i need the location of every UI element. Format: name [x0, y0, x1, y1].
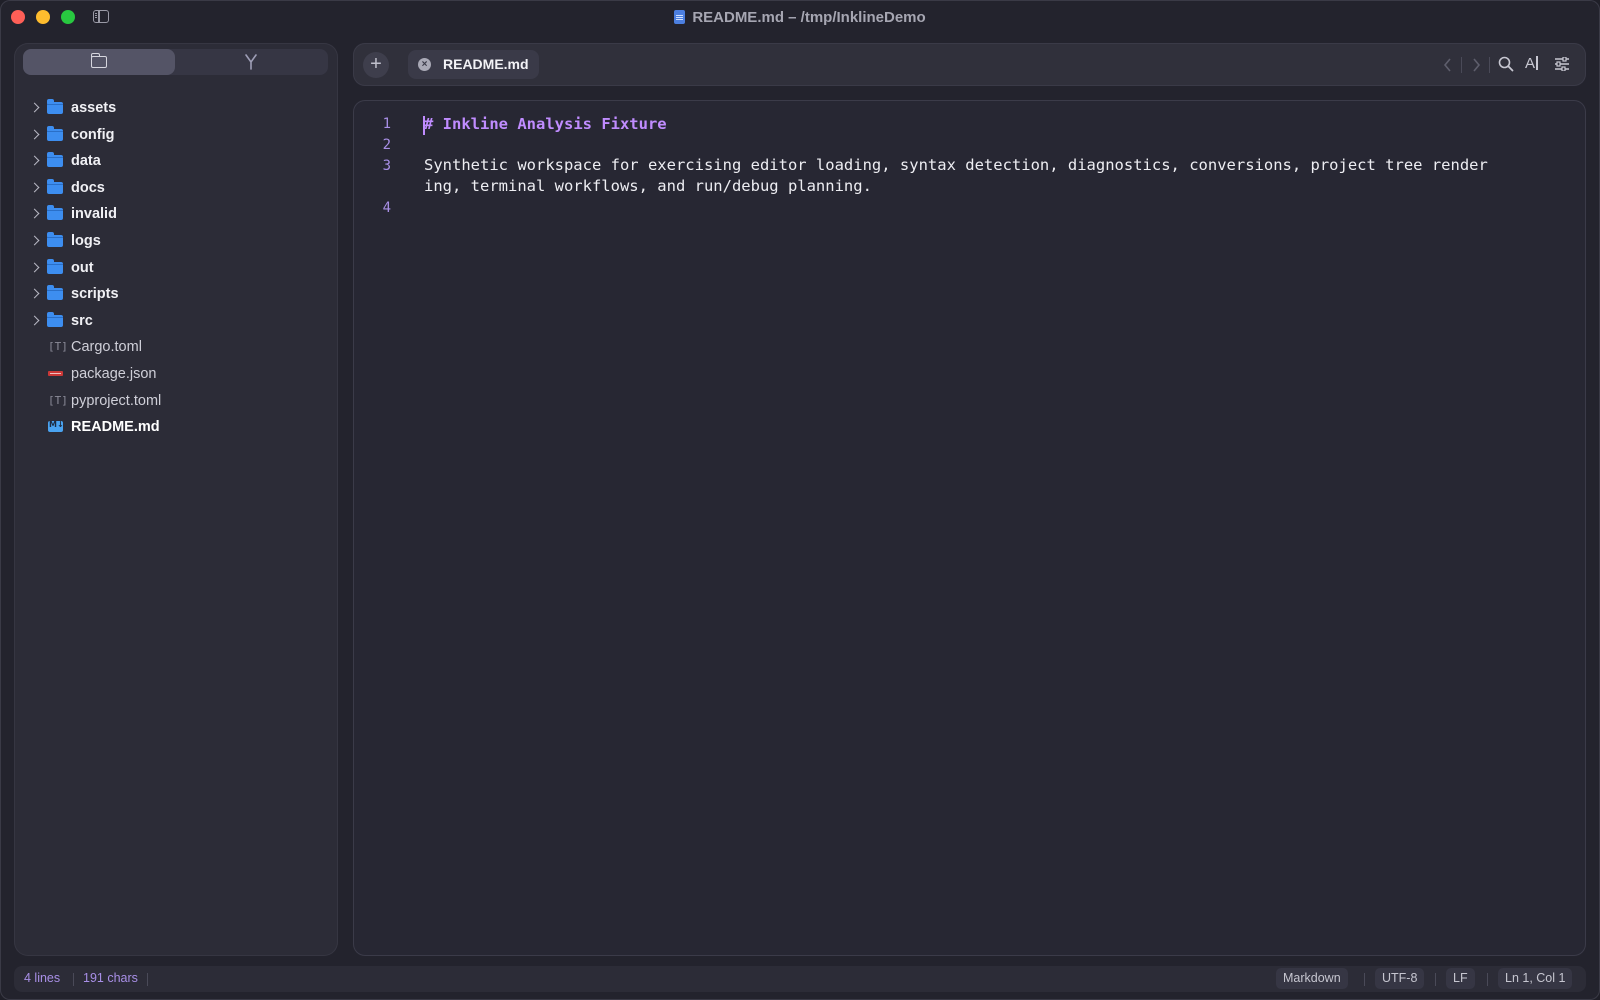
encoding-button[interactable]: UTF-8: [1375, 968, 1425, 989]
npm-file-icon: [48, 370, 63, 376]
tree-folder-scripts[interactable]: scripts: [14, 281, 338, 308]
chevron-right-icon[interactable]: [30, 207, 40, 221]
document-icon: [674, 10, 686, 24]
chevron-right-icon[interactable]: [30, 261, 40, 275]
folder-icon: [47, 178, 63, 194]
folder-icon: [47, 285, 63, 301]
folder-icon: [47, 231, 63, 247]
tree-folder-src[interactable]: src: [14, 308, 338, 335]
line-number: 4: [382, 200, 391, 216]
font-size-icon[interactable]: A: [1525, 55, 1538, 72]
tab-project-files[interactable]: [23, 49, 175, 75]
tree-item-label: invalid: [71, 206, 117, 223]
tree-file-package-json[interactable]: package.json: [14, 361, 338, 388]
tree-file-pyproject-toml[interactable]: [T] pyproject.toml: [14, 388, 338, 415]
divider: [147, 973, 148, 986]
window-title-text: README.md – /tmp/InklineDemo: [692, 9, 926, 26]
status-bar: 4 lines 191 chars Markdown UTF-8 LF Ln 1…: [14, 966, 1586, 992]
code-line-3-wrap: ing, terminal workflows, and run/debug p…: [424, 177, 872, 195]
tree-item-label: logs: [71, 232, 101, 249]
toml-file-icon: [T]: [48, 340, 68, 354]
app-window: README.md – /tmp/InklineDemo assets conf…: [0, 0, 1600, 1000]
source-control-icon: [245, 54, 257, 70]
sidebar: assets config data docs invalid logs out…: [14, 43, 338, 956]
close-tab-icon[interactable]: ×: [418, 58, 431, 71]
folder-icon: [47, 205, 63, 221]
folder-icon: [47, 99, 63, 114]
search-icon[interactable]: [1498, 56, 1514, 72]
divider: [1435, 973, 1436, 986]
tree-folder-config[interactable]: config: [14, 122, 338, 149]
tree-folder-docs[interactable]: docs: [14, 175, 338, 202]
markdown-file-icon: [48, 420, 64, 433]
cursor-position-button[interactable]: Ln 1, Col 1: [1498, 968, 1573, 989]
code-line-1: # Inkline Analysis Fixture: [424, 115, 667, 133]
char-count: 191 chars: [83, 971, 138, 985]
tab-readme-md[interactable]: × README.md: [408, 50, 539, 79]
tree-item-label: data: [71, 153, 101, 170]
divider: [73, 973, 74, 986]
heading-marker: #: [424, 115, 434, 133]
folder-icon: [47, 258, 63, 274]
project-tree: assets config data docs invalid logs out…: [14, 95, 338, 441]
divider: [1487, 973, 1488, 986]
tree-file-cargo-toml[interactable]: [T] Cargo.toml: [14, 334, 338, 361]
editor-pane[interactable]: 1 2 3 4 # Inkline Analysis Fixture Synth…: [353, 100, 1586, 956]
new-tab-button[interactable]: +: [363, 52, 389, 78]
tree-item-label: assets: [71, 100, 117, 116]
tree-item-label: out: [71, 259, 94, 276]
tree-item-label: pyproject.toml: [71, 392, 162, 409]
line-number: 2: [382, 137, 391, 153]
line-number: 3: [382, 158, 391, 174]
tree-folder-assets[interactable]: assets: [14, 95, 338, 122]
window-title: README.md – /tmp/InklineDemo: [0, 9, 1600, 26]
line-ending-button[interactable]: LF: [1446, 968, 1475, 989]
folder-icon: [47, 152, 63, 168]
tree-item-label: src: [71, 312, 93, 329]
chevron-right-icon[interactable]: [30, 101, 40, 115]
chevron-right-icon[interactable]: [30, 128, 40, 142]
tab-source-control[interactable]: [176, 49, 328, 75]
line-number: 1: [382, 116, 391, 132]
tab-label: README.md: [443, 56, 529, 72]
tree-folder-invalid[interactable]: invalid: [14, 201, 338, 228]
font-size-icon-glyph: A: [1525, 55, 1536, 72]
sidebar-mode-switcher: [23, 49, 328, 75]
tree-folder-data[interactable]: data: [14, 148, 338, 175]
folder-icon: [47, 311, 63, 327]
tree-item-label: config: [71, 126, 115, 143]
divider: [1364, 973, 1365, 986]
tab-bar: + × README.md A: [353, 43, 1586, 86]
divider: [1461, 57, 1462, 73]
tree-folder-out[interactable]: out: [14, 255, 338, 282]
folder-icon: [90, 53, 107, 68]
tree-item-label: scripts: [71, 286, 119, 303]
chevron-right-icon[interactable]: [30, 181, 40, 195]
chevron-right-icon[interactable]: [30, 154, 40, 168]
tree-item-label: Cargo.toml: [71, 339, 142, 356]
chevron-right-icon[interactable]: [30, 314, 40, 328]
tree-item-label: package.json: [71, 365, 157, 382]
chevron-left-icon[interactable]: [1443, 58, 1453, 72]
tree-file-readme-md[interactable]: README.md: [14, 414, 338, 441]
tree-item-label: docs: [71, 179, 105, 196]
language-mode-button[interactable]: Markdown: [1276, 968, 1348, 989]
tree-folder-logs[interactable]: logs: [14, 228, 338, 255]
heading-text: Inkline Analysis Fixture: [433, 115, 667, 133]
settings-sliders-icon[interactable]: [1554, 57, 1570, 71]
folder-icon: [47, 125, 63, 141]
code-line-3: Synthetic workspace for exercising edito…: [424, 156, 1488, 174]
title-bar: README.md – /tmp/InklineDemo: [0, 0, 1600, 36]
toml-file-icon: [T]: [48, 393, 68, 407]
chevron-right-icon[interactable]: [30, 234, 40, 248]
line-count: 4 lines: [24, 971, 61, 985]
divider: [1489, 57, 1490, 73]
tree-item-label: README.md: [71, 419, 160, 436]
chevron-right-icon[interactable]: [1471, 58, 1481, 72]
chevron-right-icon[interactable]: [30, 287, 40, 301]
